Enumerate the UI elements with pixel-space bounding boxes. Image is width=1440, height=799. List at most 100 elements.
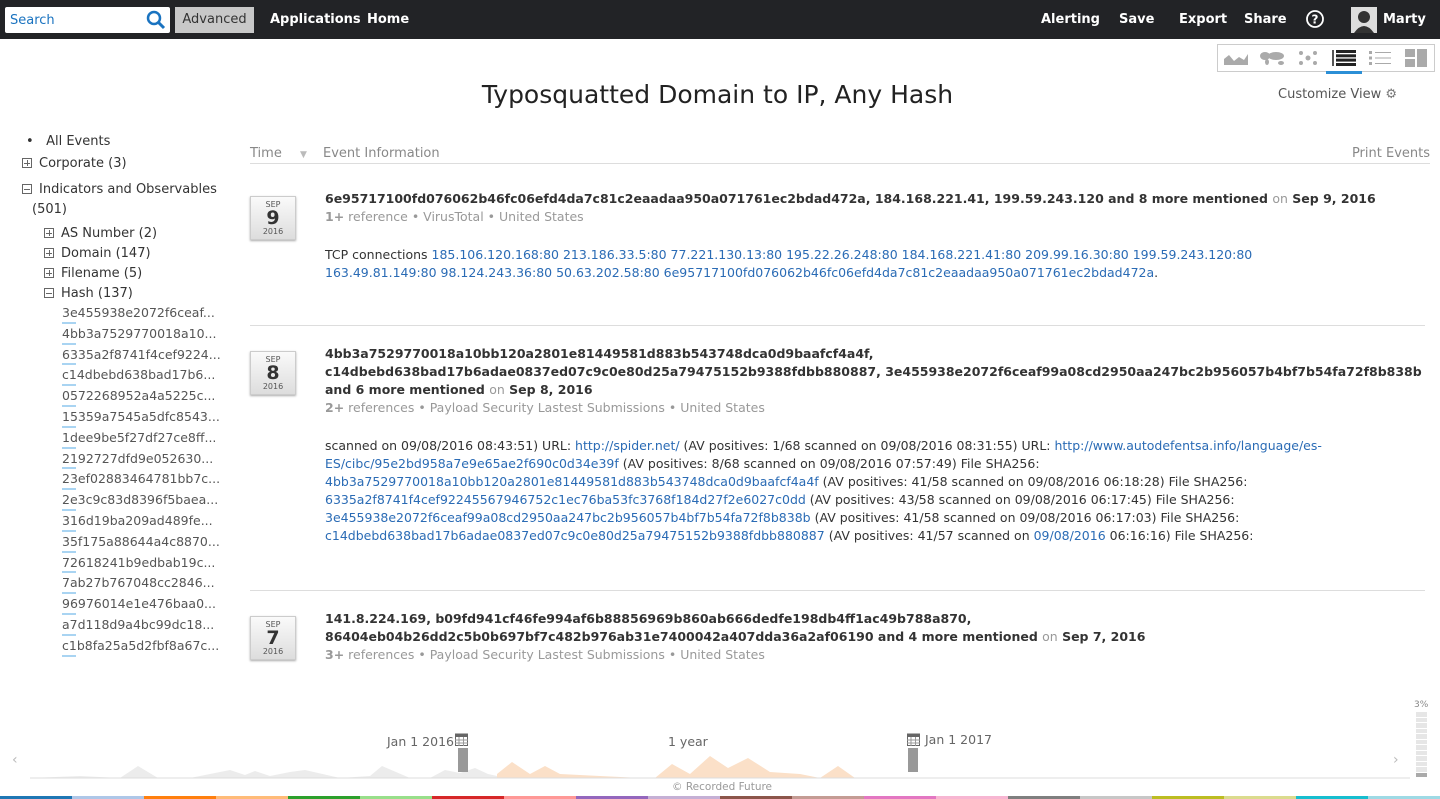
network-icon[interactable] <box>1290 45 1326 71</box>
scroll-left-icon[interactable]: ‹ <box>12 752 18 768</box>
description-text: (AV positives: 41/57 scanned on <box>824 528 1034 543</box>
description-text: (AV positives: 41/58 scanned on 09/08/20… <box>810 510 1240 525</box>
event-headline[interactable]: 141.8.224.169, b09fd941cf46fe994af6b8885… <box>325 610 1430 646</box>
entity-link[interactable]: c14dbebd638bad17b6adae0837ed07c9c0e80d25… <box>325 528 825 543</box>
sidebar-item-all-events[interactable]: • All Events <box>22 132 262 152</box>
event-country[interactable]: United States <box>680 400 765 415</box>
hash-filter-item[interactable]: 96976014e1e476baa0... <box>22 595 262 616</box>
advanced-button[interactable]: Advanced <box>175 7 254 33</box>
timeline-icon[interactable] <box>1218 45 1254 71</box>
hash-filter-item[interactable]: 23ef02883464781bb7c... <box>22 470 262 491</box>
help-icon[interactable]: ? <box>1305 9 1325 29</box>
entity-link[interactable]: 09/08/2016 <box>1034 528 1106 543</box>
hash-filter-item[interactable]: 72618241b9edbab19c... <box>22 554 262 575</box>
description-text: (AV positives: 8/68 scanned on 09/08/201… <box>618 456 1040 471</box>
event-country[interactable]: United States <box>680 647 765 662</box>
event-headline[interactable]: 4bb3a7529770018a10bb120a2801e81449581d88… <box>325 345 1430 399</box>
entity-link[interactable]: 4bb3a7529770018a10bb120a2801e81449581d88… <box>325 474 819 489</box>
expand-icon[interactable] <box>44 248 54 258</box>
entity-link[interactable]: 185.106.120.168:80 213.186.33.5:80 77.22… <box>325 247 1252 280</box>
event-meta: 2+ references • Payload Security Lastest… <box>325 400 765 415</box>
event-source[interactable]: Payload Security Lastest Submissions <box>430 647 665 662</box>
sidebar-item-corporate[interactable]: Corporate (3) <box>22 154 262 174</box>
event-headline[interactable]: 6e95717100fd076062b46fc06efd4da7c81c2eaa… <box>325 190 1430 208</box>
sidebar-item-indicators[interactable]: Indicators and Observables <box>22 180 262 200</box>
hash-filter-item[interactable]: 0572268952a4a5225c... <box>22 387 262 408</box>
divider <box>250 590 1425 591</box>
sort-down-icon: ▼ <box>299 150 307 160</box>
sidebar-item-child[interactable]: Hash (137) <box>22 284 262 304</box>
density-step <box>1416 745 1427 750</box>
hash-filter-item[interactable]: 15359a7545a5dfc8543... <box>22 408 262 429</box>
sidebar-item-child[interactable]: AS Number (2) <box>22 224 262 244</box>
hash-filter-item[interactable]: 3e455938e2072f6ceaf... <box>22 304 262 325</box>
event-country[interactable]: United States <box>499 209 584 224</box>
home-link[interactable]: Home <box>367 0 409 39</box>
scroll-right-icon[interactable]: › <box>1393 752 1399 768</box>
hash-filter-item[interactable]: 35f175a88644a4c8870... <box>22 533 262 554</box>
search-input[interactable] <box>5 7 145 33</box>
range-handle[interactable] <box>458 748 468 772</box>
timeline-histogram[interactable] <box>0 745 1440 785</box>
user-name[interactable]: Marty <box>1383 0 1426 39</box>
page-title: Typosquatted Domain to IP, Any Hash <box>481 80 954 109</box>
save-button[interactable]: Save <box>1119 0 1154 39</box>
description-text: . <box>1154 265 1159 280</box>
expand-icon[interactable] <box>44 228 54 238</box>
reference-count: 2+ <box>325 400 345 415</box>
print-events-link[interactable]: Print Events <box>1352 146 1430 161</box>
event-meta: 3+ references • Payload Security Lastest… <box>325 647 765 662</box>
hash-filter-item[interactable]: c14dbebd638bad17b6... <box>22 366 262 387</box>
hash-filter-item[interactable]: a7d118d9a4bc99dc18... <box>22 616 262 637</box>
table-list-icon[interactable] <box>1326 45 1362 74</box>
alerting-button[interactable]: Alerting <box>1041 0 1100 39</box>
histogram-area-selected <box>497 756 855 778</box>
hash-filter-item[interactable]: 1dee9be5f27df27ce8ff... <box>22 429 262 450</box>
sidebar-item-label: Corporate (3) <box>39 156 127 171</box>
search-box[interactable] <box>5 7 170 33</box>
description-text: TCP connections <box>325 247 432 262</box>
density-step <box>1416 750 1427 755</box>
applications-menu[interactable]: Applications <box>270 0 361 39</box>
expand-icon[interactable] <box>22 158 32 168</box>
entity-link[interactable]: 3e455938e2072f6ceaf99a08cd2950aa247bc2b9… <box>325 510 811 525</box>
hash-filter-item[interactable]: c1b8fa25a5d2fbf8a67c... <box>22 637 262 658</box>
sidebar-item-child[interactable]: Filename (5) <box>22 264 262 284</box>
entity-link[interactable]: http://spider.net/ <box>575 438 680 453</box>
list-icon[interactable] <box>1362 45 1398 71</box>
hash-filter-item[interactable]: 2192727dfd9e052630... <box>22 450 262 471</box>
histogram-area-outside <box>30 766 497 778</box>
density-step <box>1416 712 1427 717</box>
hash-filter-item[interactable]: 6335a2f8741f4cef9224... <box>22 346 262 367</box>
event-source[interactable]: VirusTotal <box>423 209 484 224</box>
avatar[interactable] <box>1351 7 1377 33</box>
collapse-icon[interactable] <box>22 184 32 194</box>
hash-filter-item[interactable]: 7ab27b767048cc2846... <box>22 574 262 595</box>
export-button[interactable]: Export <box>1179 0 1227 39</box>
hash-filter-item[interactable]: 4bb3a7529770018a10... <box>22 325 262 346</box>
calendar-date-icon: SEP 7 2016 <box>250 616 296 660</box>
range-handle[interactable] <box>908 748 918 772</box>
hash-filter-item[interactable]: 316d19ba209ad489fe... <box>22 512 262 533</box>
collapse-icon[interactable] <box>44 288 54 298</box>
density-step <box>1416 739 1427 744</box>
grid-icon[interactable] <box>1398 45 1434 71</box>
share-button[interactable]: Share <box>1244 0 1287 39</box>
entity-link[interactable]: 6335a2f8741f4cef92245567946752c1ec76ba53… <box>325 492 806 507</box>
expand-icon[interactable] <box>44 268 54 278</box>
calendar-date-icon: SEP 9 2016 <box>250 196 296 240</box>
event-source[interactable]: Payload Security Lastest Submissions <box>430 400 665 415</box>
sidebar-item-label: AS Number (2) <box>61 226 158 241</box>
customize-view-button[interactable]: Customize View ⚙ <box>1278 87 1397 102</box>
sidebar-item-child[interactable]: Domain (147) <box>22 244 262 264</box>
top-navigation-bar: Advanced Applications Home Alerting Save… <box>0 0 1440 39</box>
view-mode-switcher <box>1217 44 1435 74</box>
search-icon[interactable] <box>146 10 166 34</box>
sidebar-item-label: Filename (5) <box>61 266 143 281</box>
hash-filter-item[interactable]: 2e3c9c83d8396f5baea... <box>22 491 262 512</box>
sidebar-item-label: All Events <box>46 134 111 149</box>
time-column-header[interactable]: Time ▼ <box>250 146 307 161</box>
map-icon[interactable] <box>1254 45 1290 71</box>
description-text: scanned on 09/08/2016 08:43:51) URL: <box>325 438 576 453</box>
divider <box>250 325 1425 326</box>
